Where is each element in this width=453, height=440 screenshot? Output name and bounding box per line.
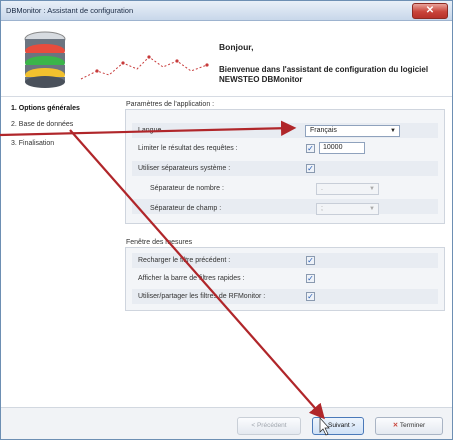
langue-value: Français <box>310 127 337 134</box>
measures-title: Fenêtre des mesures <box>125 239 194 246</box>
wizard-header: Bonjour, Bienvenue dans l'assistant de c… <box>1 21 452 97</box>
separators-label: Utiliser séparateurs système : <box>138 165 231 172</box>
database-icon <box>24 31 66 88</box>
quickbar-checkbox[interactable]: ✓ <box>306 274 315 283</box>
prev-label: < Précédent <box>251 422 287 429</box>
window-title: DBMonitor : Assistant de configuration <box>6 6 134 15</box>
step-options-generales[interactable]: 1. Options générales <box>11 105 80 112</box>
number-sep-label: Séparateur de nombre : <box>150 185 224 192</box>
app-params-group: Langue Français ▼ Limiter le résultat de… <box>125 109 445 224</box>
steps-sidebar: 1. Options générales 2. Base de données … <box>1 97 119 407</box>
finish-label: Terminer <box>399 422 426 429</box>
app-params-title: Paramètres de l'application : <box>125 101 216 108</box>
reload-label: Recharger le filtre précédent : <box>138 257 231 264</box>
chevron-down-icon: ▼ <box>390 128 396 134</box>
step-finalisation[interactable]: 3. Finalisation <box>11 140 54 147</box>
step-base-de-donnees[interactable]: 2. Base de données <box>11 121 73 128</box>
finish-button[interactable]: ✕ Terminer <box>375 417 443 435</box>
options-panel: Paramètres de l'application : Langue Fra… <box>119 97 452 407</box>
number-sep-select[interactable]: . ▼ <box>316 183 379 195</box>
limit-checkbox[interactable]: ✓ <box>306 144 315 153</box>
number-sep-value: . <box>321 185 323 192</box>
close-x-icon: ✕ <box>392 422 399 429</box>
quickbar-label: Afficher la barre de filtres rapides : <box>138 275 245 282</box>
chevron-down-icon: ▼ <box>369 206 375 212</box>
langue-select[interactable]: Français ▼ <box>305 125 400 137</box>
separators-checkbox[interactable]: ✓ <box>306 164 315 173</box>
title-bar: DBMonitor : Assistant de configuration ✕ <box>1 1 452 21</box>
next-button[interactable]: ➜ Suivant > <box>312 417 364 435</box>
limit-input[interactable]: 10000 <box>319 142 365 154</box>
wizard-footer: < Précédent ➜ Suivant > ✕ Terminer <box>1 407 452 439</box>
share-label: Utiliser/partager les filtres de RFMonit… <box>138 293 266 300</box>
welcome-text: Bienvenue dans l'assistant de configurat… <box>219 65 429 84</box>
decorative-chart-icon <box>80 55 209 80</box>
field-sep-value: ; <box>321 205 323 212</box>
field-sep-select[interactable]: ; ▼ <box>316 203 379 215</box>
arrow-right-icon: ➜ <box>320 422 327 429</box>
greeting-text: Bonjour, <box>219 42 254 52</box>
wizard-window: DBMonitor : Assistant de configuration ✕… <box>0 0 453 440</box>
chevron-down-icon: ▼ <box>369 186 375 192</box>
share-checkbox[interactable]: ✓ <box>306 292 315 301</box>
reload-checkbox[interactable]: ✓ <box>306 256 315 265</box>
next-label: Suivant > <box>327 422 356 429</box>
previous-button[interactable]: < Précédent <box>237 417 301 435</box>
limit-label: Limiter le résultat des requêtes : <box>138 145 238 152</box>
measures-group: Recharger le filtre précédent : ✓ Affich… <box>125 247 445 311</box>
langue-label: Langue <box>138 127 162 134</box>
close-button[interactable]: ✕ <box>412 3 448 19</box>
field-sep-label: Séparateur de champ : <box>150 205 222 212</box>
